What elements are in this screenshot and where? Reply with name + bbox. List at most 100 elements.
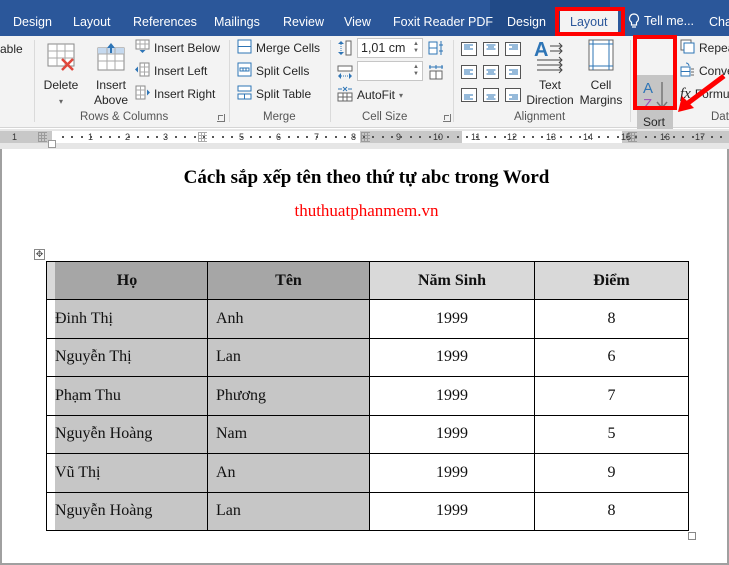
- rows-columns-launcher-icon[interactable]: [217, 114, 225, 122]
- table-row: Đinh Thị Anh 1999 8: [46, 299, 689, 339]
- cell-ho[interactable]: Vũ Thị: [46, 453, 208, 493]
- insert-right-icon: [135, 85, 150, 103]
- table-resize-handle[interactable]: [688, 532, 696, 540]
- cell-diem[interactable]: 8: [534, 491, 689, 531]
- cell-diem[interactable]: 5: [534, 414, 689, 454]
- cell-margins-button[interactable]: Cell Margins: [578, 38, 624, 108]
- ruler-tick: [673, 136, 675, 138]
- svg-text:A: A: [643, 80, 653, 97]
- ruler-tick: [579, 136, 581, 138]
- align-top-center-button[interactable]: [483, 42, 499, 56]
- column-width-input[interactable]: ▲ ▼: [357, 61, 423, 81]
- insert-left-button[interactable]: Insert Left: [135, 61, 207, 81]
- header-diem[interactable]: Điểm: [534, 261, 689, 300]
- insert-above-button[interactable]: Insert Above: [90, 42, 132, 108]
- align-top-left-button[interactable]: [461, 42, 477, 56]
- tab-references[interactable]: References: [133, 12, 197, 34]
- header-ho[interactable]: Họ: [46, 261, 208, 300]
- cell-ten[interactable]: Nam: [207, 414, 370, 454]
- cell-ten[interactable]: Lan: [207, 337, 370, 377]
- cell-nam-sinh[interactable]: 1999: [369, 414, 535, 454]
- cell-ho[interactable]: Nguyễn Hoàng: [46, 414, 208, 454]
- convert-to-text-button[interactable]: Conve: [680, 61, 729, 81]
- horizontal-ruler[interactable]: 1123567891011121314151617: [0, 131, 729, 143]
- tab-design[interactable]: Design: [13, 12, 52, 34]
- align-center-right-button[interactable]: [505, 65, 521, 79]
- cell-diem[interactable]: 8: [534, 299, 689, 339]
- spinner-arrows-icon[interactable]: ▲ ▼: [413, 41, 419, 55]
- distribute-columns-icon[interactable]: [428, 64, 444, 83]
- ruler-tick: [109, 136, 111, 138]
- text-direction-button[interactable]: A Text Direction: [522, 38, 578, 108]
- insert-right-label: Insert Right: [154, 87, 216, 101]
- cell-nam-sinh[interactable]: 1999: [369, 453, 535, 493]
- align-bottom-left-button[interactable]: [461, 88, 477, 102]
- ruler-tick: [62, 136, 64, 138]
- tab-view[interactable]: View: [344, 12, 371, 34]
- autofit-button[interactable]: AutoFit ▾: [337, 85, 403, 105]
- cell-margins-icon: [586, 38, 616, 78]
- data-table: Họ Tên Năm Sinh Điểm Đinh Thị Anh 1999 8 Ngu…: [46, 261, 689, 531]
- cell-diem[interactable]: 9: [534, 453, 689, 493]
- align-center-button[interactable]: [483, 65, 499, 79]
- header-ten[interactable]: Tên: [207, 261, 370, 300]
- cell-ho[interactable]: Nguyễn Hoàng: [46, 491, 208, 531]
- distribute-rows-icon[interactable]: [428, 40, 444, 59]
- convert-to-text-icon: [680, 62, 695, 80]
- cell-diem[interactable]: 6: [534, 337, 689, 377]
- tab-table-design[interactable]: Design: [507, 12, 546, 34]
- tab-overflow[interactable]: Cha: [709, 12, 729, 34]
- ruler-tick: [438, 136, 440, 138]
- tab-mailings[interactable]: Mailings: [214, 12, 260, 34]
- ruler-tick: [523, 136, 525, 138]
- row-height-value: 1,01 cm: [361, 41, 406, 55]
- cell-size-group-label: Cell Size: [362, 111, 408, 123]
- group-separator: [229, 40, 230, 122]
- split-table-button[interactable]: Split Table: [237, 84, 311, 104]
- view-gridlines-partial[interactable]: able: [0, 42, 23, 56]
- cell-size-launcher-icon[interactable]: [443, 114, 451, 122]
- document-page: Cách sắp xếp tên theo thứ tự abc trong W…: [0, 149, 729, 565]
- insert-below-button[interactable]: Insert Below: [135, 38, 220, 58]
- tab-review[interactable]: Review: [283, 12, 324, 34]
- column-marker-icon[interactable]: [38, 132, 47, 142]
- cell-nam-sinh[interactable]: 1999: [369, 376, 535, 416]
- tab-layout[interactable]: Layout: [73, 12, 111, 34]
- insert-right-button[interactable]: Insert Right: [135, 84, 215, 104]
- delete-button[interactable]: Delete ▾: [40, 42, 82, 109]
- cell-ho[interactable]: Phạm Thu: [46, 376, 208, 416]
- text-direction-label-1: Text: [538, 78, 561, 92]
- formula-button[interactable]: fx Formu: [680, 84, 729, 104]
- cell-nam-sinh[interactable]: 1999: [369, 337, 535, 377]
- left-indent-marker[interactable]: [48, 140, 56, 148]
- alignment-icon: [464, 94, 473, 100]
- cell-ten[interactable]: An: [207, 453, 370, 493]
- align-top-right-button[interactable]: [505, 42, 521, 56]
- ribbon-tab-bar: Design Layout References Mailings Review…: [0, 0, 729, 36]
- tab-table-layout[interactable]: Layout: [560, 10, 618, 36]
- cell-nam-sinh[interactable]: 1999: [369, 299, 535, 339]
- ruler-number: 12: [507, 132, 518, 142]
- align-center-left-button[interactable]: [461, 65, 477, 79]
- tab-foxit-reader-pdf[interactable]: Foxit Reader PDF: [393, 12, 493, 34]
- cell-ten[interactable]: Lan: [207, 491, 370, 531]
- cell-diem[interactable]: 7: [534, 376, 689, 416]
- merge-cells-button[interactable]: Merge Cells: [237, 38, 320, 58]
- cell-ten[interactable]: Anh: [207, 299, 370, 339]
- align-bottom-right-button[interactable]: [505, 88, 521, 102]
- ruler-tick: [513, 136, 515, 138]
- tell-me-search[interactable]: Tell me...: [628, 10, 694, 32]
- cell-ten[interactable]: Phương: [207, 376, 370, 416]
- spinner-arrows-icon[interactable]: ▲ ▼: [413, 64, 419, 78]
- cell-ho[interactable]: Đinh Thị: [46, 299, 208, 339]
- cell-ho[interactable]: Nguyễn Thị: [46, 337, 208, 377]
- align-bottom-center-button[interactable]: [483, 88, 499, 102]
- header-nam-sinh[interactable]: Năm Sinh: [369, 261, 535, 300]
- split-cells-button[interactable]: Split Cells: [237, 61, 309, 81]
- alignment-group-label: Alignment: [514, 111, 566, 123]
- row-height-input[interactable]: 1,01 cm ▲ ▼: [357, 38, 423, 58]
- table-move-handle-icon[interactable]: ✥: [34, 249, 45, 260]
- ruler-tick: [720, 136, 722, 138]
- cell-nam-sinh[interactable]: 1999: [369, 491, 535, 531]
- repeat-header-rows-button[interactable]: Repea: [680, 38, 729, 58]
